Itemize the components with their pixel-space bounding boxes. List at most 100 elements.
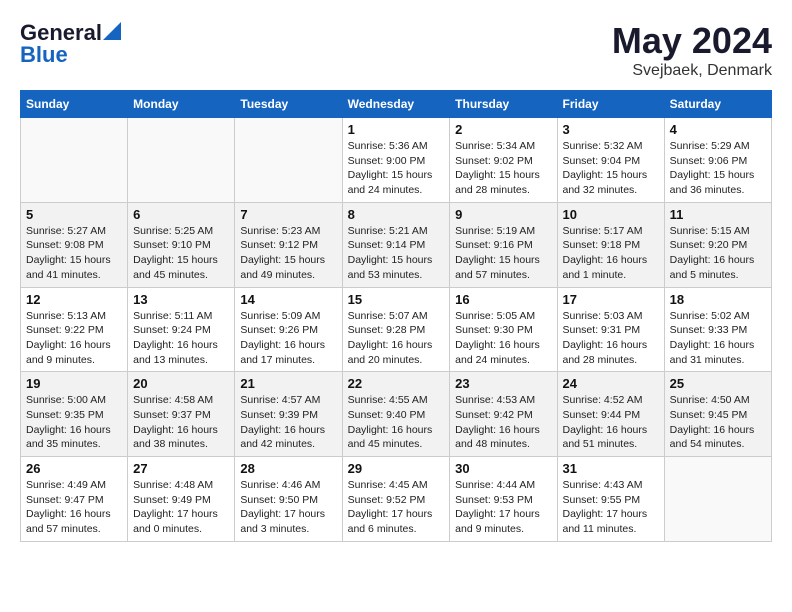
calendar-cell: 5 Sunrise: 5:27 AM Sunset: 9:08 PM Daylig…	[21, 202, 128, 287]
day-info: Sunrise: 5:13 AM Sunset: 9:22 PM Dayligh…	[26, 309, 122, 368]
week-row-1: 1 Sunrise: 5:36 AM Sunset: 9:00 PM Daylig…	[21, 118, 772, 203]
day-number: 26	[26, 461, 122, 476]
day-number: 19	[26, 376, 122, 391]
day-info: Sunrise: 5:29 AM Sunset: 9:06 PM Dayligh…	[670, 139, 766, 198]
calendar-cell: 23 Sunrise: 4:53 AM Sunset: 9:42 PM Dayli…	[450, 372, 557, 457]
day-number: 29	[348, 461, 445, 476]
day-info: Sunrise: 4:58 AM Sunset: 9:37 PM Dayligh…	[133, 393, 229, 452]
calendar-cell: 25 Sunrise: 4:50 AM Sunset: 9:45 PM Dayli…	[664, 372, 771, 457]
calendar-cell: 26 Sunrise: 4:49 AM Sunset: 9:47 PM Dayli…	[21, 457, 128, 542]
header-thursday: Thursday	[450, 91, 557, 118]
calendar-table: Sunday Monday Tuesday Wednesday Thursday…	[20, 90, 772, 542]
day-info: Sunrise: 5:02 AM Sunset: 9:33 PM Dayligh…	[670, 309, 766, 368]
day-info: Sunrise: 4:53 AM Sunset: 9:42 PM Dayligh…	[455, 393, 551, 452]
week-row-5: 26 Sunrise: 4:49 AM Sunset: 9:47 PM Dayli…	[21, 457, 772, 542]
calendar-cell: 3 Sunrise: 5:32 AM Sunset: 9:04 PM Daylig…	[557, 118, 664, 203]
day-info: Sunrise: 4:50 AM Sunset: 9:45 PM Dayligh…	[670, 393, 766, 452]
day-info: Sunrise: 4:57 AM Sunset: 9:39 PM Dayligh…	[240, 393, 336, 452]
calendar-cell: 17Sunrise: 5:03 AM Sunset: 9:31 PM Dayli…	[557, 287, 664, 372]
day-number: 24	[563, 376, 659, 391]
calendar-cell: 29Sunrise: 4:45 AM Sunset: 9:52 PM Dayli…	[342, 457, 450, 542]
calendar-cell: 1 Sunrise: 5:36 AM Sunset: 9:00 PM Daylig…	[342, 118, 450, 203]
page-header: General Blue May 2024 Svejbaek, Denmark	[20, 20, 772, 80]
calendar-cell: 8 Sunrise: 5:21 AM Sunset: 9:14 PM Daylig…	[342, 202, 450, 287]
calendar-cell: 27 Sunrise: 4:48 AM Sunset: 9:49 PM Dayli…	[128, 457, 235, 542]
header-saturday: Saturday	[664, 91, 771, 118]
header-sunday: Sunday	[21, 91, 128, 118]
day-info: Sunrise: 5:00 AM Sunset: 9:35 PM Dayligh…	[26, 393, 122, 452]
calendar-cell: 31 Sunrise: 4:43 AM Sunset: 9:55 PM Dayli…	[557, 457, 664, 542]
day-info: Sunrise: 5:36 AM Sunset: 9:00 PM Dayligh…	[348, 139, 445, 198]
calendar-cell: 12 Sunrise: 5:13 AM Sunset: 9:22 PM Dayli…	[21, 287, 128, 372]
calendar-cell: 6Sunrise: 5:25 AM Sunset: 9:10 PM Daylig…	[128, 202, 235, 287]
day-info: Sunrise: 5:07 AM Sunset: 9:28 PM Dayligh…	[348, 309, 445, 368]
day-info: Sunrise: 5:34 AM Sunset: 9:02 PM Dayligh…	[455, 139, 551, 198]
day-number: 20	[133, 376, 229, 391]
week-row-4: 19 Sunrise: 5:00 AM Sunset: 9:35 PM Dayli…	[21, 372, 772, 457]
calendar-cell	[664, 457, 771, 542]
day-info: Sunrise: 4:48 AM Sunset: 9:49 PM Dayligh…	[133, 478, 229, 537]
calendar-cell: 18 Sunrise: 5:02 AM Sunset: 9:33 PM Dayli…	[664, 287, 771, 372]
day-number: 23	[455, 376, 551, 391]
calendar-cell	[235, 118, 342, 203]
day-number: 2	[455, 122, 551, 137]
day-info: Sunrise: 4:43 AM Sunset: 9:55 PM Dayligh…	[563, 478, 659, 537]
calendar-cell: 28 Sunrise: 4:46 AM Sunset: 9:50 PM Dayli…	[235, 457, 342, 542]
day-info: Sunrise: 4:44 AM Sunset: 9:53 PM Dayligh…	[455, 478, 551, 537]
calendar-cell: 19 Sunrise: 5:00 AM Sunset: 9:35 PM Dayli…	[21, 372, 128, 457]
day-info: Sunrise: 5:25 AM Sunset: 9:10 PM Dayligh…	[133, 224, 229, 283]
day-number: 25	[670, 376, 766, 391]
calendar-cell: 30 Sunrise: 4:44 AM Sunset: 9:53 PM Dayli…	[450, 457, 557, 542]
title-block: May 2024 Svejbaek, Denmark	[612, 20, 772, 80]
calendar-cell: 14Sunrise: 5:09 AM Sunset: 9:26 PM Dayli…	[235, 287, 342, 372]
day-info: Sunrise: 5:27 AM Sunset: 9:08 PM Dayligh…	[26, 224, 122, 283]
week-row-3: 12 Sunrise: 5:13 AM Sunset: 9:22 PM Dayli…	[21, 287, 772, 372]
day-number: 31	[563, 461, 659, 476]
day-number: 30	[455, 461, 551, 476]
calendar-cell: 16 Sunrise: 5:05 AM Sunset: 9:30 PM Dayli…	[450, 287, 557, 372]
day-number: 15	[348, 292, 445, 307]
logo-blue-text: Blue	[20, 42, 68, 68]
day-number: 1	[348, 122, 445, 137]
header-friday: Friday	[557, 91, 664, 118]
calendar-cell: 21Sunrise: 4:57 AM Sunset: 9:39 PM Dayli…	[235, 372, 342, 457]
day-info: Sunrise: 5:23 AM Sunset: 9:12 PM Dayligh…	[240, 224, 336, 283]
day-number: 13	[133, 292, 229, 307]
day-number: 10	[563, 207, 659, 222]
calendar-cell: 10Sunrise: 5:17 AM Sunset: 9:18 PM Dayli…	[557, 202, 664, 287]
day-info: Sunrise: 4:52 AM Sunset: 9:44 PM Dayligh…	[563, 393, 659, 452]
day-number: 27	[133, 461, 229, 476]
calendar-cell: 4 Sunrise: 5:29 AM Sunset: 9:06 PM Daylig…	[664, 118, 771, 203]
day-info: Sunrise: 5:19 AM Sunset: 9:16 PM Dayligh…	[455, 224, 551, 283]
day-info: Sunrise: 5:21 AM Sunset: 9:14 PM Dayligh…	[348, 224, 445, 283]
day-number: 3	[563, 122, 659, 137]
week-row-2: 5 Sunrise: 5:27 AM Sunset: 9:08 PM Daylig…	[21, 202, 772, 287]
calendar-header-row: Sunday Monday Tuesday Wednesday Thursday…	[21, 91, 772, 118]
day-number: 8	[348, 207, 445, 222]
day-number: 9	[455, 207, 551, 222]
day-number: 18	[670, 292, 766, 307]
header-monday: Monday	[128, 91, 235, 118]
day-info: Sunrise: 4:49 AM Sunset: 9:47 PM Dayligh…	[26, 478, 122, 537]
calendar-cell	[21, 118, 128, 203]
day-number: 12	[26, 292, 122, 307]
day-number: 4	[670, 122, 766, 137]
day-info: Sunrise: 5:09 AM Sunset: 9:26 PM Dayligh…	[240, 309, 336, 368]
day-info: Sunrise: 5:03 AM Sunset: 9:31 PM Dayligh…	[563, 309, 659, 368]
calendar-cell: 2 Sunrise: 5:34 AM Sunset: 9:02 PM Daylig…	[450, 118, 557, 203]
day-info: Sunrise: 5:05 AM Sunset: 9:30 PM Dayligh…	[455, 309, 551, 368]
day-number: 7	[240, 207, 336, 222]
logo: General Blue	[20, 20, 121, 68]
location-title: Svejbaek, Denmark	[612, 62, 772, 80]
header-wednesday: Wednesday	[342, 91, 450, 118]
day-info: Sunrise: 5:32 AM Sunset: 9:04 PM Dayligh…	[563, 139, 659, 198]
day-info: Sunrise: 4:46 AM Sunset: 9:50 PM Dayligh…	[240, 478, 336, 537]
calendar-cell: 20 Sunrise: 4:58 AM Sunset: 9:37 PM Dayli…	[128, 372, 235, 457]
day-number: 16	[455, 292, 551, 307]
day-number: 28	[240, 461, 336, 476]
calendar-cell: 13Sunrise: 5:11 AM Sunset: 9:24 PM Dayli…	[128, 287, 235, 372]
day-number: 11	[670, 207, 766, 222]
day-number: 22	[348, 376, 445, 391]
day-number: 5	[26, 207, 122, 222]
day-info: Sunrise: 4:55 AM Sunset: 9:40 PM Dayligh…	[348, 393, 445, 452]
